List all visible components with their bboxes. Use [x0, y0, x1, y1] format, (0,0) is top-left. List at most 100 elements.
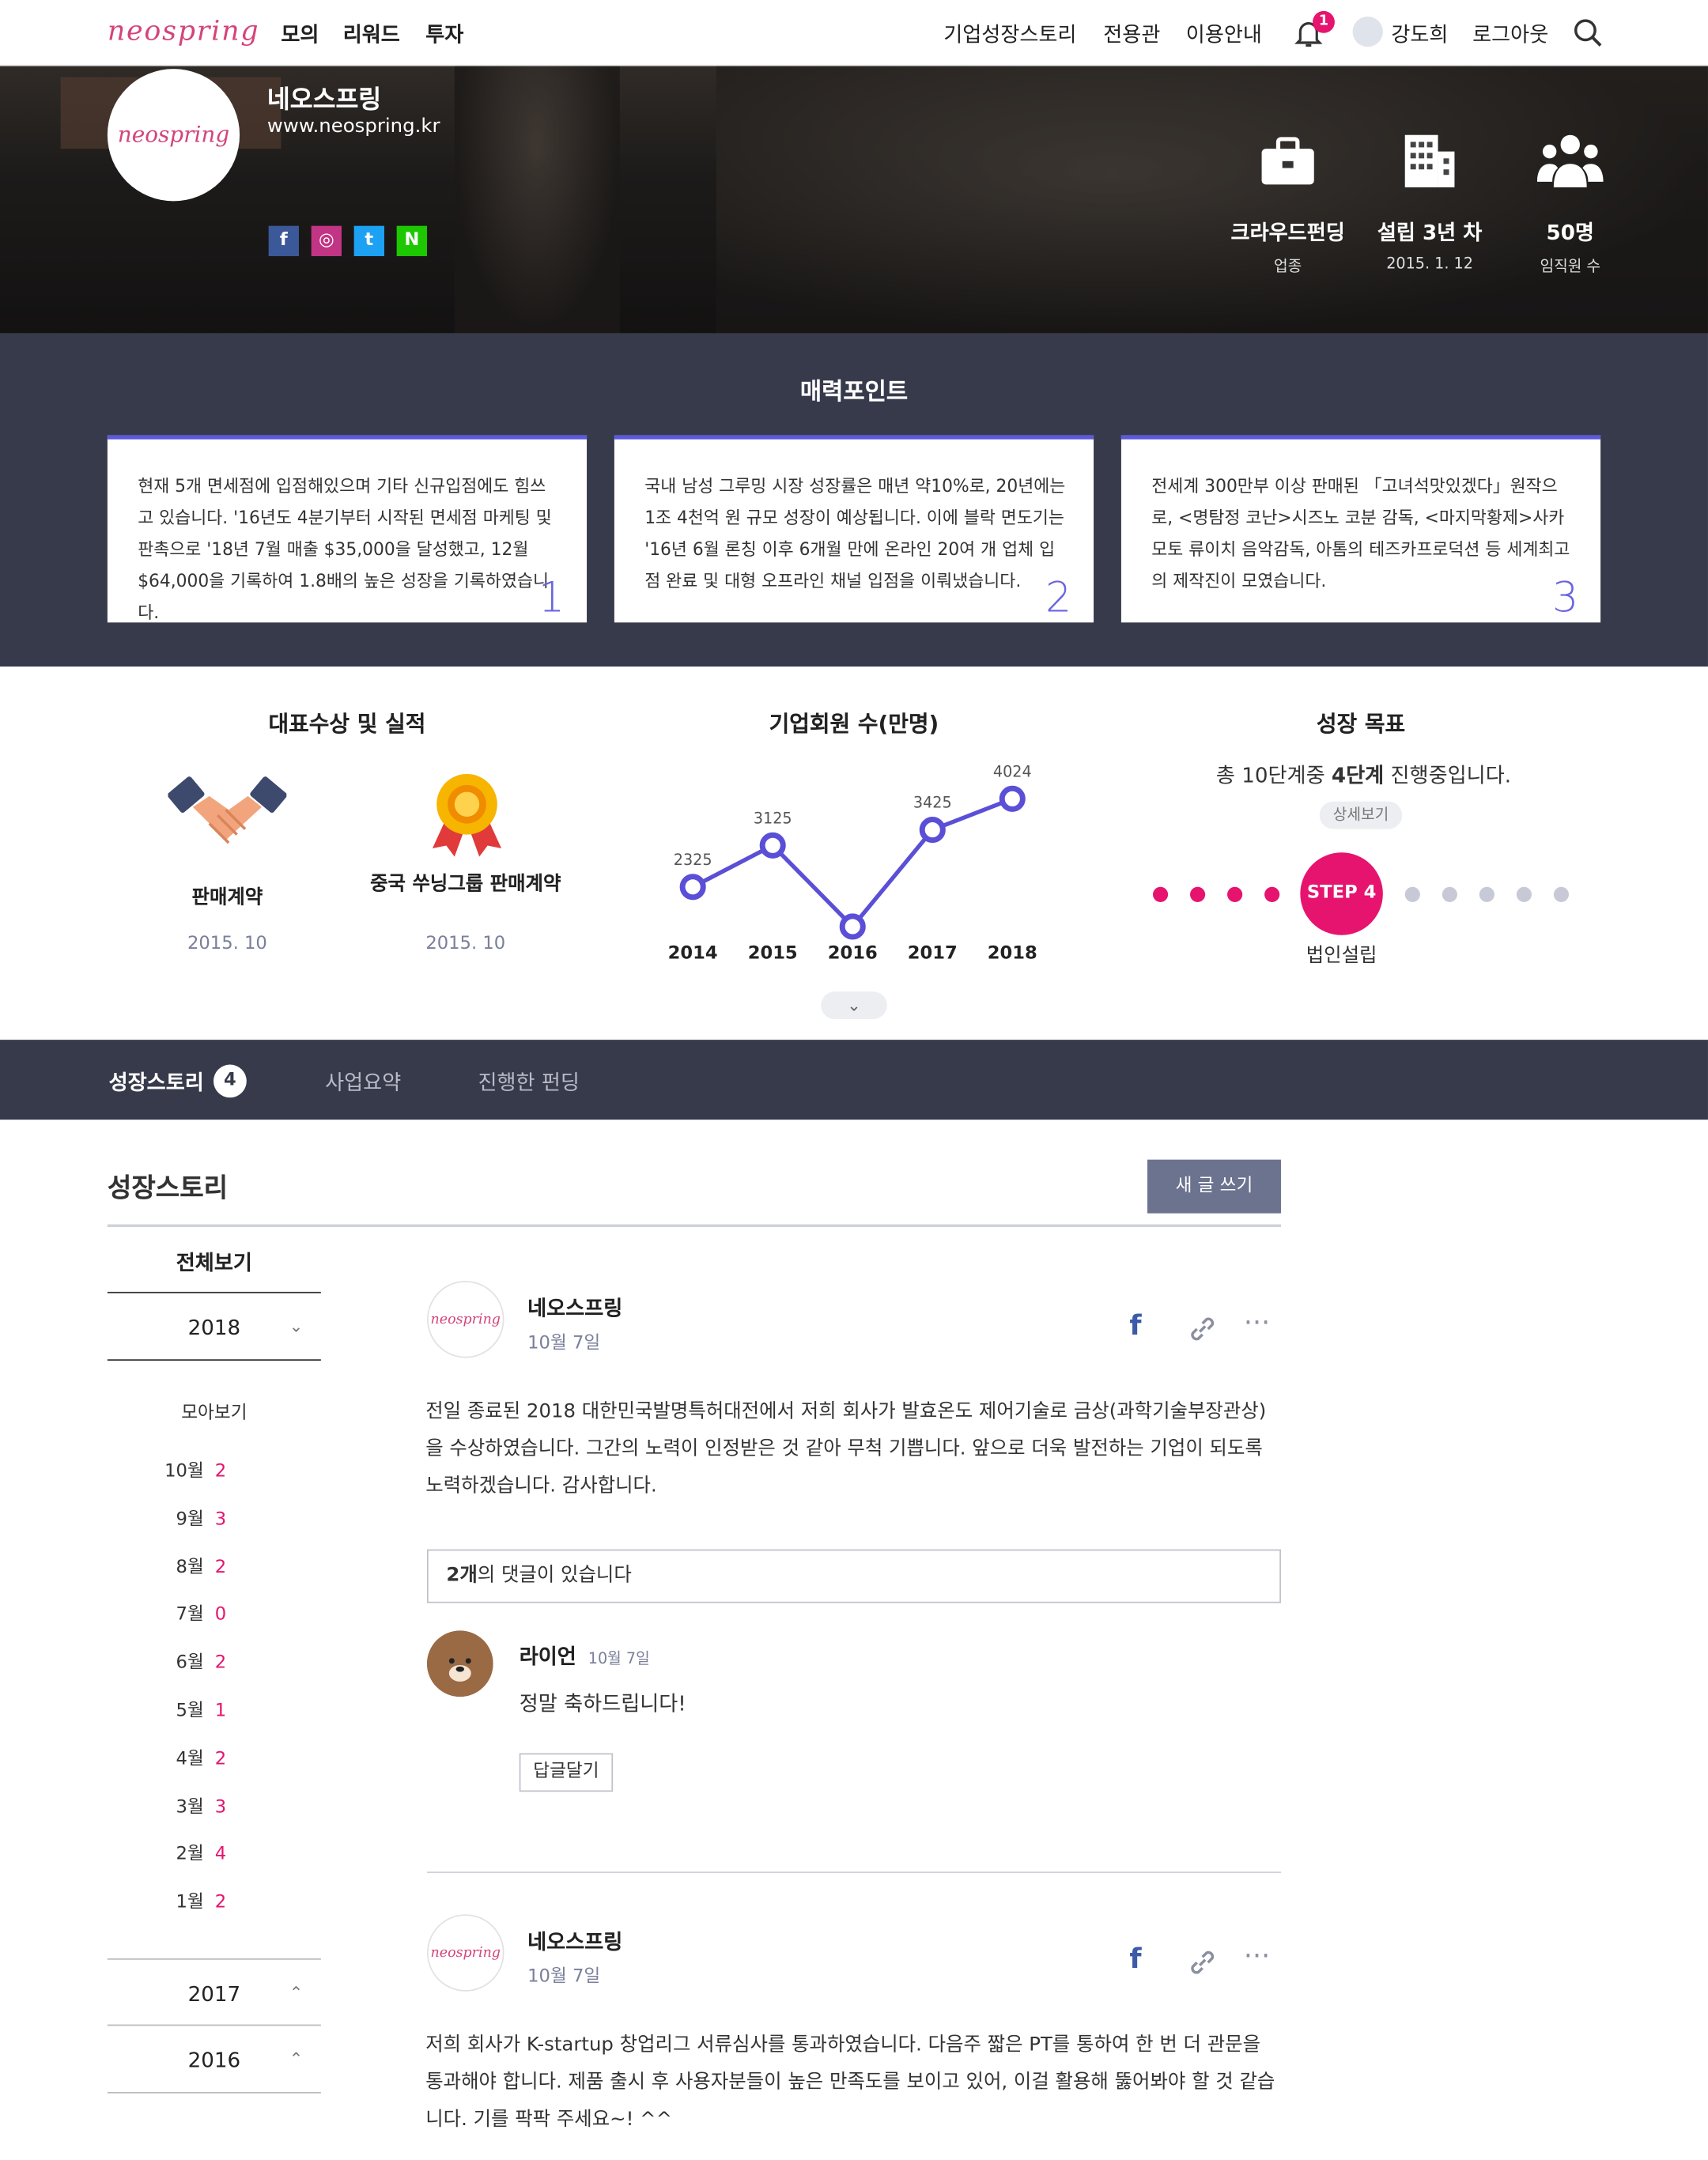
month-item[interactable]: 10월 2: [163, 1456, 273, 1482]
user-avatar-icon[interactable]: [1352, 16, 1383, 47]
sidebar-divider: [107, 2091, 321, 2094]
month-label: 5월: [176, 1701, 204, 1722]
comment-author[interactable]: 라이언: [520, 1641, 576, 1671]
members-chart-title: 기업회원 수(만명): [769, 710, 939, 737]
step-dot-done: [1152, 886, 1169, 902]
award-label: 중국 쑤닝그룹 판매계약: [370, 873, 561, 896]
comments-count: 2개: [446, 1564, 478, 1587]
month-label: 7월: [176, 1604, 204, 1626]
step-dot-done: [1264, 886, 1280, 902]
month-count: 1: [214, 1701, 227, 1722]
goal-text-pre: 총 10단계중: [1215, 763, 1332, 788]
instagram-icon[interactable]: ◎: [311, 225, 342, 256]
facebook-share-icon[interactable]: f: [1129, 1942, 1141, 1975]
month-label: 9월: [176, 1509, 204, 1530]
tab-business-summary[interactable]: 사업요약: [325, 1067, 401, 1097]
expand-chevron-icon[interactable]: ⌄: [821, 991, 887, 1020]
post-author-avatar[interactable]: neospring: [426, 1280, 504, 1358]
month-count: 3: [214, 1796, 227, 1818]
post-divider: [426, 1871, 1281, 1873]
month-item[interactable]: 1월 2: [163, 1887, 273, 1913]
naver-icon[interactable]: N: [396, 225, 427, 256]
members-x-tick: 2014: [668, 942, 718, 963]
chevron-up-icon[interactable]: ⌃: [289, 1983, 304, 2002]
facebook-share-icon[interactable]: f: [1129, 1308, 1141, 1342]
facebook-icon[interactable]: f: [268, 225, 299, 256]
point-text: 현재 5개 면세점에 입점해있으며 기타 신규입점에도 힘쓰고 있습니다. '1…: [138, 474, 552, 623]
point-card: 현재 5개 면세점에 입점해있으며 기타 신규입점에도 힘쓰고 있습니다. '1…: [107, 435, 588, 623]
user-name[interactable]: 강도희: [1391, 19, 1448, 48]
members-data-label: 2325: [674, 851, 712, 869]
month-item[interactable]: 5월 1: [163, 1695, 273, 1721]
step-dot-pending: [1553, 886, 1570, 902]
link-icon[interactable]: [1186, 1312, 1219, 1346]
current-step-label: 법인설립: [1306, 944, 1377, 967]
step-dot-pending: [1442, 886, 1457, 902]
link-icon[interactable]: [1186, 1946, 1219, 1979]
nav-invest[interactable]: 투자: [425, 19, 463, 48]
month-count: 2: [214, 1461, 227, 1482]
commenter-avatar[interactable]: [426, 1630, 493, 1697]
post-author[interactable]: 네오스프링: [527, 1293, 622, 1323]
stat-industry-value: 크라우드펀딩: [1230, 220, 1345, 246]
members-point: [999, 785, 1026, 812]
award-date: 2015. 10: [425, 934, 506, 955]
stat-employees-label: 임직원 수: [1540, 257, 1601, 276]
goal-detail-button[interactable]: 상세보기: [1319, 801, 1403, 829]
search-icon[interactable]: [1573, 18, 1603, 48]
chevron-up-icon[interactable]: ⌃: [289, 2049, 304, 2068]
twitter-icon[interactable]: t: [353, 225, 384, 256]
more-options-icon[interactable]: ···: [1244, 1939, 1270, 1973]
post-author[interactable]: 네오스프링: [527, 1927, 622, 1956]
month-item[interactable]: 3월 3: [163, 1792, 273, 1818]
stat-industry: 크라우드펀딩 업종: [1205, 132, 1370, 277]
building-icon: [1404, 134, 1455, 187]
site-logo[interactable]: neospring: [108, 13, 259, 47]
month-item[interactable]: 7월 0: [163, 1599, 273, 1626]
nav-mock[interactable]: 모의: [281, 19, 319, 48]
comment-date: 10월 7일: [588, 1649, 650, 1668]
sidebar-divider: [107, 1958, 321, 1960]
sidebar-divider: [107, 1291, 321, 1293]
comments-toggle[interactable]: 2개의 댓글이 있습니다: [426, 1549, 1281, 1603]
attraction-points: 매력포인트 현재 5개 면세점에 입점해있으며 기타 신규입점에도 힘쓰고 있습…: [0, 333, 1708, 667]
top-nav: neospring 모의 리워드 투자 기업성장스토리 전용관 이용안내 1 강…: [0, 0, 1708, 66]
nav-growth-story[interactable]: 기업성장스토리: [943, 19, 1076, 48]
sidebar-divider: [107, 1359, 321, 1361]
members-series-line: [691, 796, 1014, 930]
month-item[interactable]: 9월 3: [163, 1504, 273, 1530]
post-author-avatar[interactable]: neospring: [426, 1914, 504, 1992]
reply-button[interactable]: 답글달기: [519, 1753, 614, 1792]
write-post-button[interactable]: 새 글 쓰기: [1147, 1159, 1281, 1214]
month-count: 2: [214, 1892, 227, 1913]
tab-funding-history[interactable]: 진행한 펀딩: [478, 1067, 580, 1097]
handshake-icon: [168, 776, 287, 844]
more-options-icon[interactable]: ···: [1244, 1305, 1270, 1339]
company-url[interactable]: www.neospring.kr: [267, 115, 440, 138]
chevron-down-icon[interactable]: ⌄: [289, 1316, 304, 1335]
view-all-link[interactable]: 전체보기: [108, 1248, 321, 1277]
month-item[interactable]: 6월 2: [163, 1648, 273, 1674]
month-item[interactable]: 4월 2: [163, 1743, 273, 1769]
month-item[interactable]: 2월 4: [163, 1839, 273, 1865]
nav-exclusive[interactable]: 전용관: [1103, 19, 1160, 48]
members-data-label: 3425: [913, 794, 952, 812]
award-date: 2015. 10: [187, 934, 267, 955]
archive-label: 모아보기: [181, 1403, 248, 1425]
tab-growth-story[interactable]: 성장스토리: [109, 1067, 204, 1097]
logout-link[interactable]: 로그아웃: [1472, 19, 1548, 48]
month-label: 1월: [176, 1892, 204, 1913]
people-icon: [1536, 134, 1604, 187]
points-title: 매력포인트: [799, 379, 909, 406]
month-item[interactable]: 8월 2: [163, 1551, 273, 1577]
current-step-badge: STEP 4: [1300, 852, 1383, 935]
month-count: 3: [214, 1509, 227, 1530]
month-label: 2월: [176, 1845, 204, 1866]
month-count: 4: [214, 1845, 227, 1866]
nav-guide[interactable]: 이용안내: [1186, 19, 1262, 48]
nav-reward[interactable]: 리워드: [343, 19, 400, 48]
point-number: 3: [1551, 574, 1579, 623]
goal-title: 성장 목표: [1316, 710, 1406, 737]
goal-text-post: 진행중입니다.: [1384, 763, 1512, 788]
step-dot-pending: [1516, 886, 1532, 902]
